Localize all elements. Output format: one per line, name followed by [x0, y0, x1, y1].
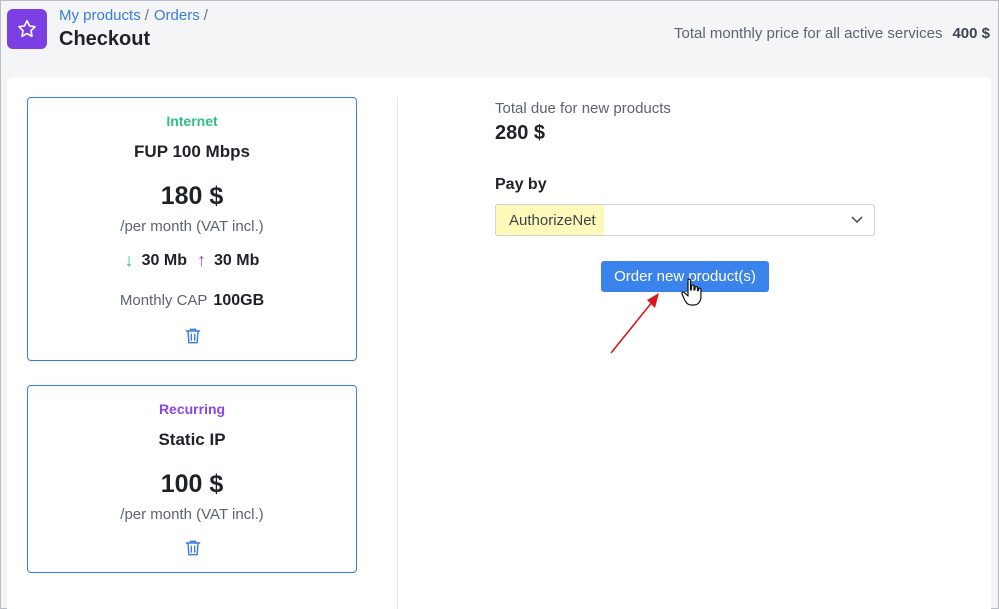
total-due-label: Total due for new products — [495, 100, 671, 117]
breadcrumb-orders[interactable]: Orders — [154, 7, 200, 24]
product-period: /per month (VAT incl.) — [120, 218, 264, 235]
product-category: Recurring — [158, 401, 226, 417]
download-speed: 30 Mb — [141, 251, 187, 269]
upload-speed: 30 Mb — [214, 251, 260, 269]
arrow-up-icon: ↑ — [197, 250, 206, 270]
payment-method-select[interactable]: AuthorizeNet — [495, 204, 875, 236]
monthly-cap: Monthly CAP 100GB — [28, 292, 356, 310]
product-name: FUP 100 Mbps — [134, 142, 250, 161]
cap-label: Monthly CAP — [119, 292, 208, 309]
breadcrumb-separator: / — [144, 7, 149, 24]
product-category: Internet — [166, 113, 218, 129]
cap-value: 100GB — [213, 292, 265, 309]
product-card-internet: Internet FUP 100 Mbps 180 $ /per month (… — [27, 97, 357, 361]
red-arrow-annotation — [610, 293, 659, 354]
product-card-recurring: Recurring Static IP 100 $ /per month (VA… — [27, 385, 357, 573]
total-monthly-label: Total monthly price for all active servi… — [674, 25, 943, 42]
product-name: Static IP — [158, 430, 226, 449]
product-price: 100 $ — [160, 470, 224, 498]
page-header: My products / Orders / Checkout Total month… — [1, 1, 998, 77]
breadcrumb: My products / Orders / — [59, 7, 213, 24]
product-speeds: ↓ 30 Mb ↑ 30 Mb — [28, 250, 356, 271]
breadcrumb-my-products[interactable]: My products — [59, 7, 141, 24]
trash-icon[interactable] — [183, 538, 203, 558]
trash-icon[interactable] — [183, 326, 203, 346]
star-icon — [7, 9, 47, 49]
product-price: 180 $ — [160, 182, 224, 210]
breadcrumb-separator: / — [203, 7, 208, 24]
checkout-panel: Internet FUP 100 Mbps 180 $ /per month (… — [7, 77, 991, 609]
total-monthly-value: 400 $ — [952, 25, 990, 42]
arrow-down-icon: ↓ — [124, 250, 134, 270]
page-title: Checkout — [59, 28, 151, 50]
total-due-value: 280 $ — [495, 122, 546, 144]
chevron-down-icon — [851, 216, 863, 224]
hand-cursor-icon — [681, 278, 702, 306]
column-divider — [397, 97, 398, 609]
pay-by-label: Pay by — [495, 176, 547, 193]
total-monthly-price: Total monthly price for all active servi… — [674, 25, 990, 42]
payment-method-value: AuthorizeNet — [509, 212, 596, 229]
product-period: /per month (VAT incl.) — [120, 506, 264, 523]
